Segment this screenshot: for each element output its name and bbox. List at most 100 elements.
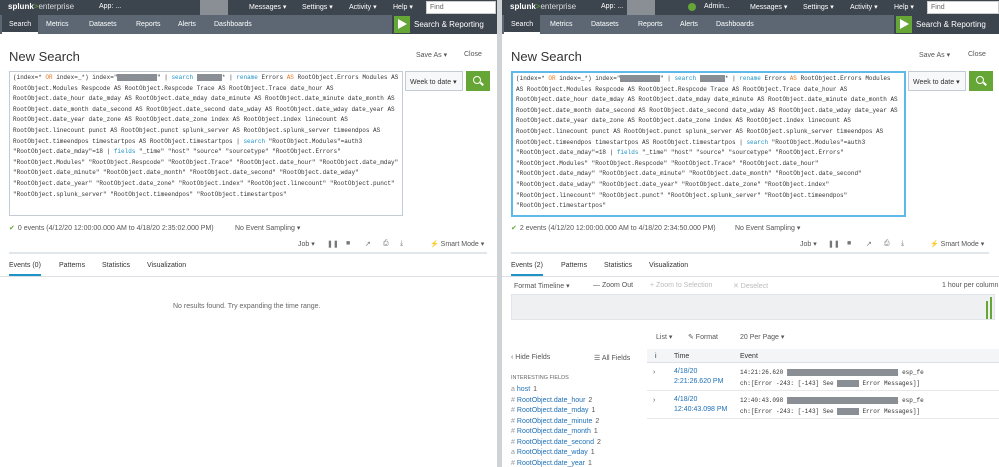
- search-mode-dropdown[interactable]: ⚡ Smart Mode ▾: [930, 240, 984, 250]
- nav-search[interactable]: Search: [504, 15, 541, 34]
- list-view-dropdown[interactable]: List ▾: [656, 333, 672, 341]
- field-item[interactable]: # RootObject.date_mday 1: [511, 407, 595, 414]
- field-item[interactable]: # RootObject.date_year 1: [511, 460, 592, 467]
- tab-visualization[interactable]: Visualization: [147, 262, 186, 269]
- time-range-picker[interactable]: Week to date ▾: [405, 71, 463, 91]
- stop-icon[interactable]: ■: [346, 240, 353, 247]
- event-sampling-dropdown[interactable]: No Event Sampling ▾: [235, 224, 300, 232]
- messages-menu[interactable]: Messages ▾: [750, 3, 787, 11]
- job-menu[interactable]: Job ▾: [298, 240, 315, 250]
- pause-icon[interactable]: ❚❚: [828, 240, 840, 248]
- field-count: 2: [588, 396, 593, 404]
- tab-statistics[interactable]: Statistics: [102, 262, 130, 269]
- find-input[interactable]: Find: [927, 1, 999, 14]
- help-menu[interactable]: Help ▾: [894, 3, 914, 11]
- field-item[interactable]: # RootObject.date_month 1: [511, 428, 598, 435]
- search-reporting-app-icon: [896, 16, 912, 33]
- field-item[interactable]: # RootObject.date_second 2: [511, 439, 601, 446]
- right-search-window: splunk>enterprise App: ... Admin... Mess…: [502, 0, 999, 467]
- search-query-input[interactable]: (index=* OR index=_*) index="XXXXXXXXXXX…: [9, 71, 403, 216]
- timeline-chart[interactable]: [511, 294, 995, 320]
- field-name: RootObject.date_second: [516, 438, 594, 446]
- print-icon[interactable]: ⎙: [884, 240, 891, 247]
- job-menu[interactable]: Job ▾: [800, 240, 817, 250]
- app-nav-bar: Search Metrics Datasets Reports Alerts D…: [0, 15, 497, 34]
- app-badge[interactable]: Search & Reporting: [392, 15, 497, 34]
- settings-menu[interactable]: Settings ▾: [302, 3, 333, 11]
- share-icon[interactable]: ↗: [866, 240, 873, 248]
- nav-reports[interactable]: Reports: [638, 21, 663, 28]
- tab-events[interactable]: Events (0): [9, 262, 41, 276]
- app-menu[interactable]: App: ...: [99, 3, 121, 10]
- tab-events[interactable]: Events (2): [511, 262, 543, 276]
- nav-metrics[interactable]: Metrics: [550, 21, 573, 28]
- hide-fields-link[interactable]: ‹ Hide Fields: [511, 354, 550, 361]
- field-item[interactable]: # RootObject.date_hour 2: [511, 397, 592, 404]
- field-item[interactable]: a RootObject.date_wday 1: [511, 449, 595, 456]
- field-name: RootObject.date_month: [516, 428, 591, 435]
- search-button[interactable]: [969, 71, 993, 91]
- share-icon[interactable]: ↗: [365, 240, 372, 248]
- expand-chevron-icon[interactable]: ›: [653, 369, 655, 376]
- activity-menu[interactable]: Activity ▾: [349, 3, 377, 11]
- close-button[interactable]: Close: [968, 51, 986, 58]
- divider: [0, 276, 497, 277]
- event-column-header[interactable]: Event: [740, 353, 758, 360]
- event-sampling-dropdown[interactable]: No Event Sampling ▾: [735, 224, 800, 232]
- tab-statistics[interactable]: Statistics: [604, 262, 632, 269]
- admin-menu[interactable]: Admin...: [704, 3, 730, 10]
- expand-chevron-icon[interactable]: ›: [653, 397, 655, 404]
- tab-patterns[interactable]: Patterns: [561, 262, 587, 269]
- nav-metrics[interactable]: Metrics: [46, 21, 69, 28]
- field-item[interactable]: a host 1: [511, 386, 537, 393]
- settings-menu[interactable]: Settings ▾: [803, 3, 834, 11]
- deselect-button[interactable]: ✕ Deselect: [733, 282, 768, 290]
- save-as-button[interactable]: Save As ▾: [919, 51, 950, 59]
- export-icon[interactable]: ⤓: [400, 240, 407, 247]
- event-time[interactable]: 4/18/20 12:40:43.098 PM: [674, 395, 727, 415]
- format-timeline-dropdown[interactable]: Format Timeline ▾: [514, 282, 570, 290]
- nav-datasets[interactable]: Datasets: [591, 21, 619, 28]
- search-button[interactable]: [466, 71, 490, 91]
- search-query-input[interactable]: (index=* OR index=_*) index="XXXXXXXXXXX…: [511, 71, 906, 217]
- find-input[interactable]: Find: [426, 1, 496, 14]
- app-badge[interactable]: Search & Reporting: [894, 15, 999, 34]
- app-menu[interactable]: App: ...: [601, 3, 623, 10]
- nav-dashboards[interactable]: Dashboards: [214, 21, 252, 28]
- field-item[interactable]: # RootObject.date_minute 2: [511, 418, 599, 425]
- timeline-bar[interactable]: [990, 297, 992, 319]
- nav-reports[interactable]: Reports: [136, 21, 161, 28]
- field-name: RootObject.date_hour: [516, 396, 586, 404]
- stop-icon[interactable]: ■: [847, 240, 854, 247]
- nav-dashboards[interactable]: Dashboards: [716, 21, 754, 28]
- zoom-out-button[interactable]: — Zoom Out: [593, 282, 633, 289]
- close-button[interactable]: Close: [464, 51, 482, 58]
- help-menu[interactable]: Help ▾: [393, 3, 413, 11]
- format-button[interactable]: ✎ Format: [688, 333, 718, 341]
- field-type-icon: #: [511, 459, 515, 467]
- nav-datasets[interactable]: Datasets: [89, 21, 117, 28]
- export-icon[interactable]: ⤓: [901, 240, 908, 247]
- splunk-logo[interactable]: splunk>enterprise: [8, 2, 74, 11]
- event-row[interactable]: › 4/18/20 2:21:26.620 PM 14:21:26.620 XXXXX…: [647, 365, 999, 391]
- time-range-picker[interactable]: Week to date ▾: [908, 71, 966, 91]
- search-mode-dropdown[interactable]: ⚡ Smart Mode ▾: [430, 240, 484, 250]
- event-time[interactable]: 4/18/20 2:21:26.620 PM: [674, 367, 723, 387]
- all-fields-button[interactable]: ☰ All Fields: [594, 354, 630, 362]
- pause-icon[interactable]: ❚❚: [327, 240, 339, 248]
- per-page-dropdown[interactable]: 20 Per Page ▾: [740, 333, 784, 341]
- activity-menu[interactable]: Activity ▾: [850, 3, 878, 11]
- event-row[interactable]: › 4/18/20 12:40:43.098 PM 12:40:43.098 XXXX…: [647, 393, 999, 419]
- tab-visualization[interactable]: Visualization: [649, 262, 688, 269]
- time-column-header[interactable]: Time: [674, 353, 689, 360]
- nav-alerts[interactable]: Alerts: [178, 21, 196, 28]
- splunk-logo[interactable]: splunk>enterprise: [510, 2, 576, 11]
- timeline-bar[interactable]: [986, 301, 988, 319]
- nav-alerts[interactable]: Alerts: [680, 21, 698, 28]
- print-icon[interactable]: ⎙: [383, 240, 390, 247]
- messages-menu[interactable]: Messages ▾: [249, 3, 286, 11]
- save-as-button[interactable]: Save As ▾: [416, 51, 447, 59]
- tab-patterns[interactable]: Patterns: [59, 262, 85, 269]
- zoom-to-selection-button[interactable]: + Zoom to Selection: [650, 282, 712, 289]
- nav-search[interactable]: Search: [2, 15, 39, 34]
